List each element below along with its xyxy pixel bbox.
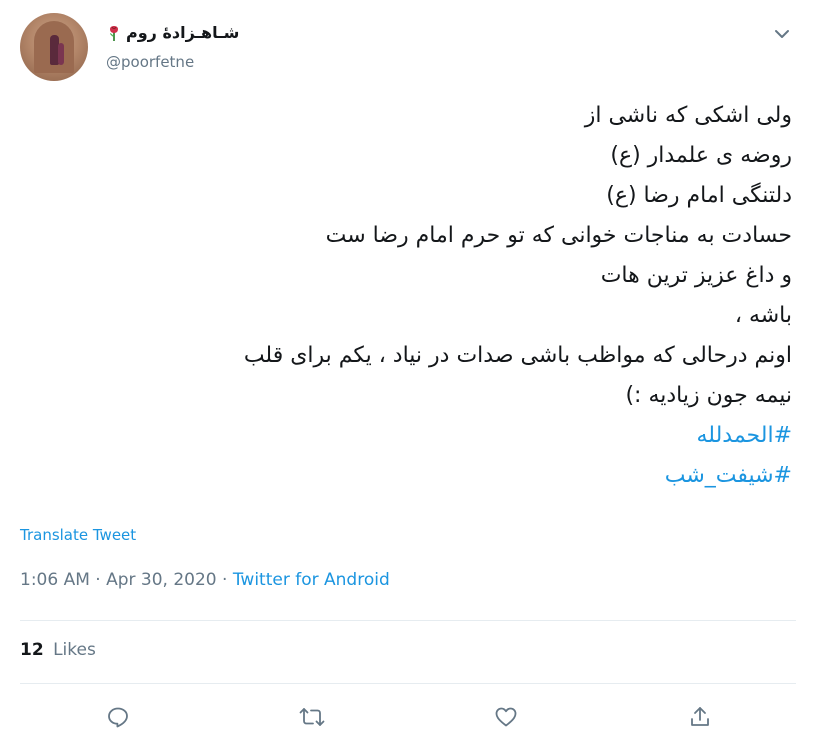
tweet-text: ولی اشکی که ناشی از روضه ی علمدار (ع) دل…: [92, 96, 792, 496]
tweet-line: و داغ عزیز ترین هات: [600, 263, 792, 288]
tweet-line: ولی اشکی که ناشی از: [584, 103, 792, 128]
tweet-date[interactable]: Apr 30, 2020: [106, 570, 217, 590]
tweet-line: نیمه جون زیادیه :): [625, 383, 792, 408]
translate-tweet-link[interactable]: Translate Tweet: [20, 526, 136, 544]
divider: [20, 620, 796, 621]
avatar-figure-shape-2: [58, 43, 64, 65]
more-options-button[interactable]: [768, 19, 796, 47]
hashtag-link[interactable]: #شیفت_شب: [92, 456, 792, 496]
meta-separator: ·: [95, 570, 101, 590]
tweet-line: باشه ،: [734, 303, 792, 328]
display-name[interactable]: شـاهـزادهٔ روم: [126, 23, 239, 42]
meta-separator: ·: [222, 570, 228, 590]
retweet-button[interactable]: [297, 704, 327, 734]
tweet-actions: [0, 700, 816, 740]
tweet-time[interactable]: 1:06 AM: [20, 570, 90, 590]
tweet-header: شـاهـزادهٔ روم @poorfetne: [20, 13, 796, 83]
tweet-line: حسادت به مناجات خوانی که تو حرم امام رضا…: [325, 223, 792, 248]
tweet-line: روضه ی علمدار (ع): [610, 143, 792, 168]
tweet-meta: 1:06 AM · Apr 30, 2020 · Twitter for And…: [20, 570, 390, 590]
likes-stat[interactable]: 12 Likes: [20, 640, 96, 660]
heart-icon: [494, 705, 518, 733]
rose-emoji-icon: [106, 24, 122, 42]
share-button[interactable]: [685, 704, 715, 734]
share-icon: [688, 705, 712, 733]
divider: [20, 683, 796, 684]
likes-label: Likes: [53, 640, 96, 660]
tweet-line: اونم درحالی که مواظب باشی صدات در نیاد ،…: [243, 343, 792, 368]
avatar[interactable]: [20, 13, 88, 81]
reply-icon: [106, 705, 130, 733]
username[interactable]: @poorfetne: [106, 53, 194, 71]
chevron-down-icon: [774, 24, 790, 43]
tweet-line: دلتنگی امام رضا (ع): [606, 183, 792, 208]
tweet-client-link[interactable]: Twitter for Android: [233, 570, 390, 590]
likes-count: 12: [20, 640, 44, 660]
retweet-icon: [299, 705, 325, 733]
display-name-row[interactable]: شـاهـزادهٔ روم: [106, 23, 239, 42]
like-button[interactable]: [491, 704, 521, 734]
hashtag-link[interactable]: #الحمدلله: [92, 416, 793, 456]
reply-button[interactable]: [103, 704, 133, 734]
